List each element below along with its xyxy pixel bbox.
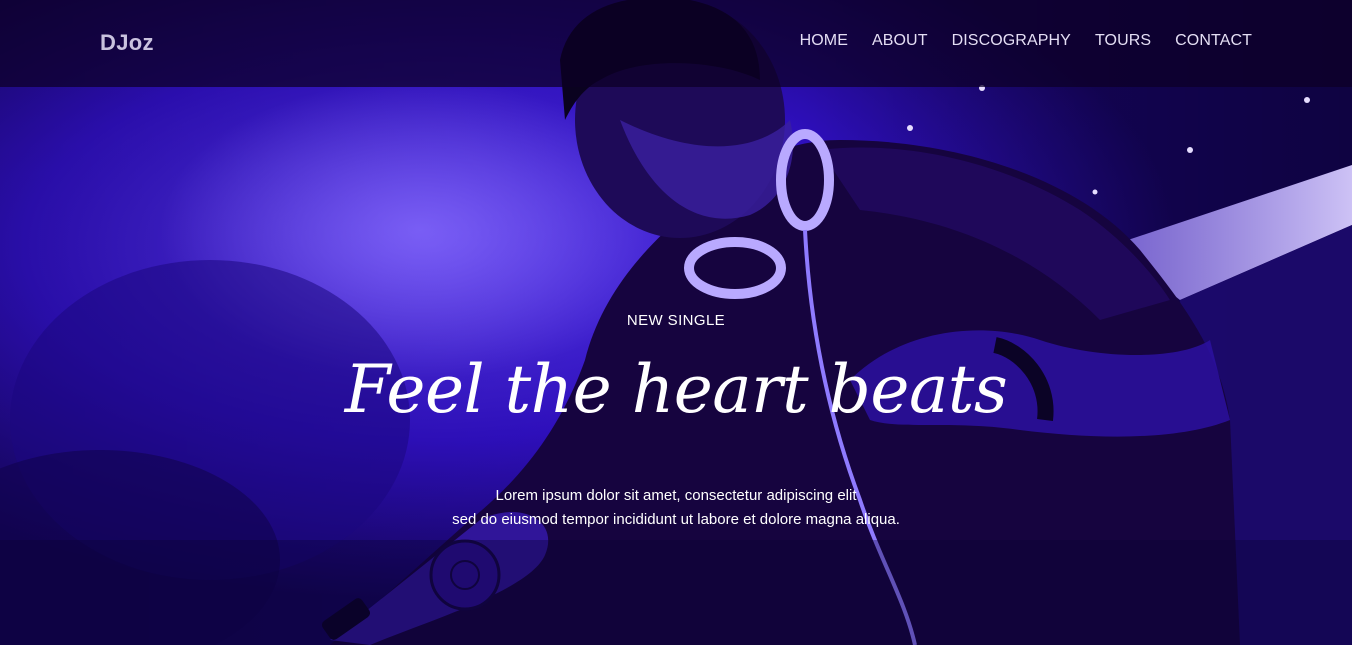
hero-eyebrow: NEW SINGLE — [626, 312, 726, 329]
main-nav: HOME ABOUT DISCOGRAPHY TOURS CONTACT — [800, 32, 1252, 50]
site-logo[interactable]: DJoz — [100, 30, 154, 56]
hero-headline: Feel the heart beats — [344, 351, 1008, 428]
site-header: DJoz HOME ABOUT DISCOGRAPHY TOURS CONTAC… — [0, 0, 1352, 87]
hero-description-line-1: Lorem ipsum dolor sit amet, consectetur … — [495, 487, 857, 504]
nav-discography[interactable]: DISCOGRAPHY — [952, 32, 1071, 50]
nav-about[interactable]: ABOUT — [872, 32, 928, 50]
hero-content: NEW SINGLE Feel the heart beats Lorem ip… — [0, 0, 1352, 645]
hero-description-line-2: sed do eiusmod tempor incididunt ut labo… — [452, 511, 900, 528]
nav-home[interactable]: HOME — [800, 32, 848, 50]
nav-tours[interactable]: TOURS — [1095, 32, 1151, 50]
hero-section: DJoz HOME ABOUT DISCOGRAPHY TOURS CONTAC… — [0, 0, 1352, 645]
nav-contact[interactable]: CONTACT — [1175, 32, 1252, 50]
hero-description: Lorem ipsum dolor sit amet, consectetur … — [0, 484, 1352, 532]
